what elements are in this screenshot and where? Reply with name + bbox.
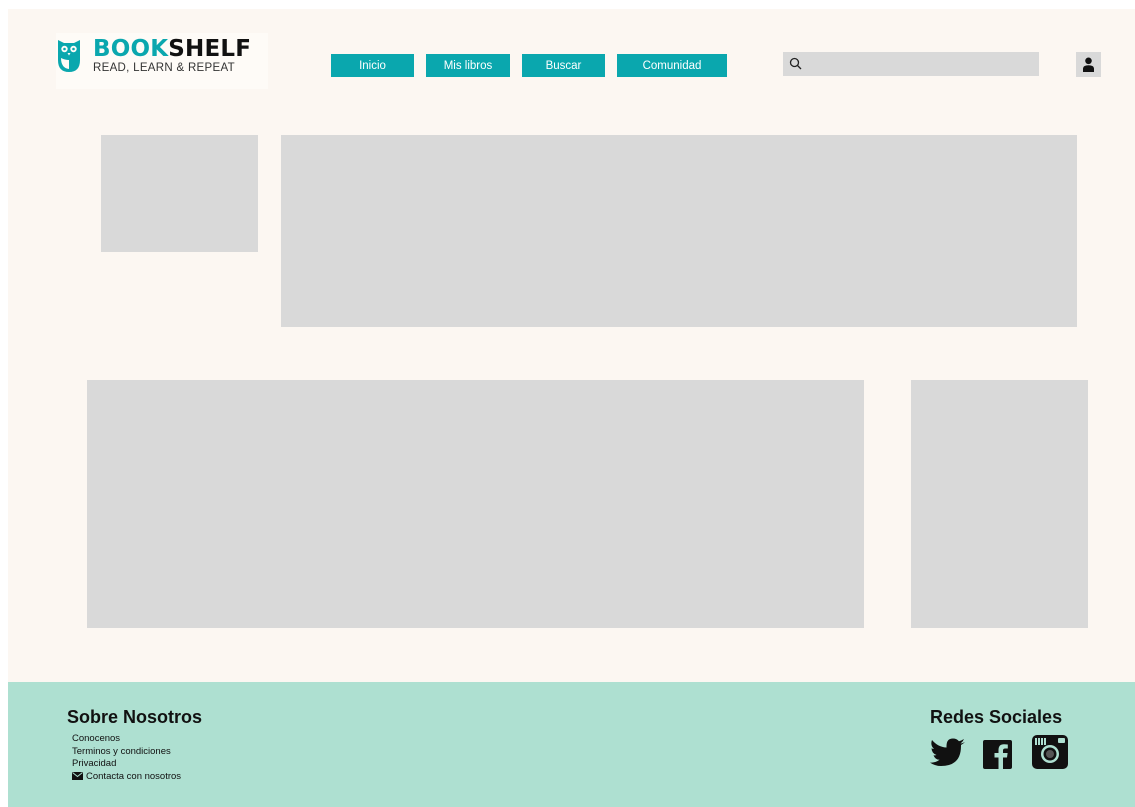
user-account-button[interactable] xyxy=(1076,52,1101,77)
content-placeholder-side xyxy=(911,380,1088,628)
twitter-icon[interactable] xyxy=(930,738,966,769)
content-placeholder-banner xyxy=(281,135,1077,327)
facebook-icon[interactable] xyxy=(983,740,1012,769)
search-input[interactable] xyxy=(807,52,1037,76)
brand-title-part1: BOOK xyxy=(93,36,169,62)
footer-link-contacto[interactable]: Contacta con nosotros xyxy=(72,771,181,784)
brand-title-part2: SHELF xyxy=(168,36,252,62)
nav-comunidad-button[interactable]: Comunidad xyxy=(617,54,727,77)
search-icon xyxy=(789,57,802,70)
footer-social-title: Redes Sociales xyxy=(930,707,1063,727)
instagram-icon[interactable] xyxy=(1032,735,1068,769)
footer: Sobre Nosotros Conocenos Terminos y cond… xyxy=(8,682,1135,807)
search-bar[interactable] xyxy=(783,52,1039,76)
content-placeholder-main xyxy=(87,380,864,628)
footer-link-conocenos[interactable]: Conocenos xyxy=(72,733,181,746)
nav-inicio-button[interactable]: Inicio xyxy=(331,54,414,77)
footer-about-title: Sobre Nosotros xyxy=(67,707,203,727)
nav-buscar-button[interactable]: Buscar xyxy=(522,54,605,77)
owl-logo-icon xyxy=(58,40,80,72)
footer-link-terminos[interactable]: Terminos y condiciones xyxy=(72,746,181,759)
mail-icon xyxy=(72,771,83,780)
brand-logo[interactable]: BOOKSHELF READ, LEARN & REPEAT xyxy=(56,33,268,89)
footer-link-privacidad[interactable]: Privacidad xyxy=(72,758,181,771)
brand-title: BOOKSHELF xyxy=(93,37,251,61)
footer-links: Conocenos Terminos y condiciones Privaci… xyxy=(72,733,181,783)
content-placeholder-small xyxy=(101,135,258,252)
footer-link-contacto-label: Contacta con nosotros xyxy=(86,770,182,782)
brand-tagline: READ, LEARN & REPEAT xyxy=(93,62,235,74)
nav-mis-libros-button[interactable]: Mis libros xyxy=(426,54,510,77)
user-icon xyxy=(1083,57,1094,72)
